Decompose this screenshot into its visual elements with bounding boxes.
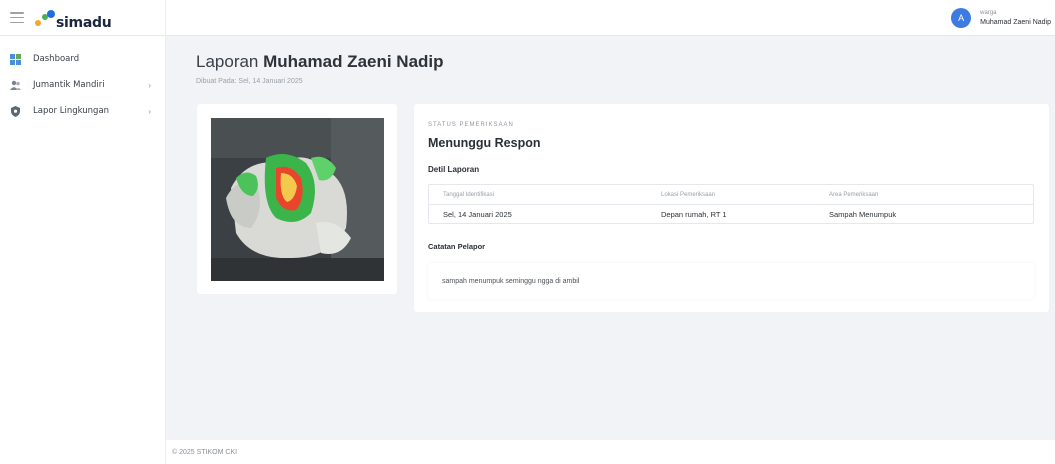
user-menu[interactable]: A warga Muhamad Zaeni Nadip: [951, 7, 1055, 28]
shield-icon: [10, 105, 21, 117]
sidebar: Dashboard Jumantik Mandiri › Lapor Lingk…: [0, 36, 166, 464]
sidebar-item-label: Dashboard: [33, 54, 80, 64]
main-content: Laporan Muhamad Zaeni Nadip Dibuat Pada:…: [166, 36, 1055, 464]
note-box: sampah menumpuk seminggu ngga di ambil: [428, 263, 1034, 299]
detail-title: Detil Laporan: [428, 165, 480, 174]
page-title-prefix: Laporan: [196, 52, 259, 71]
table-header-cell: Tanggal Identifikasi: [443, 191, 495, 198]
sidebar-item-lapor-lingkungan[interactable]: Lapor Lingkungan ›: [0, 98, 165, 124]
logo-dots-icon: [35, 9, 55, 30]
photo-card: [197, 104, 397, 294]
report-photo[interactable]: [211, 118, 384, 281]
note-text: sampah menumpuk seminggu ngga di ambil: [442, 277, 580, 285]
status-label: STATUS PEMERIKSAAN: [428, 122, 514, 128]
table-cell: Sel, 14 Januari 2025: [443, 210, 512, 219]
sidebar-item-jumantik-mandiri[interactable]: Jumantik Mandiri ›: [0, 72, 165, 98]
user-info: warga Muhamad Zaeni Nadip: [980, 9, 1051, 27]
hamburger-icon[interactable]: [10, 12, 24, 23]
status-value: Menunggu Respon: [428, 136, 541, 150]
footer-text: © 2025 STIKOM CKI: [172, 448, 238, 456]
user-role: warga: [980, 9, 997, 16]
users-icon: [10, 80, 21, 91]
page-title: Laporan Muhamad Zaeni Nadip: [196, 52, 444, 72]
footer: © 2025 STIKOM CKI: [166, 440, 1055, 464]
table-header-cell: Area Pemeriksaan: [829, 191, 879, 198]
dashboard-grid-icon: [10, 53, 21, 65]
report-detail-card: STATUS PEMERIKSAAN Menunggu Respon Detil…: [414, 104, 1049, 312]
chevron-right-icon: ›: [148, 106, 151, 116]
app-name: simadu: [56, 14, 112, 31]
table-cell: Sampah Menumpuk: [829, 210, 897, 219]
page-title-name: Muhamad Zaeni Nadip: [263, 52, 444, 71]
app-logo[interactable]: simadu: [35, 6, 112, 31]
note-title: Catatan Pelapor: [428, 242, 486, 251]
brand-area: simadu: [0, 0, 166, 36]
table-header-row: Tanggal Identifikasi Lokasi Pemeriksaan …: [429, 185, 1033, 204]
created-date: Dibuat Pada: Sel, 14 Januari 2025: [196, 78, 303, 85]
table-header-cell: Lokasi Pemeriksaan: [661, 191, 716, 198]
top-bar: simadu A warga Muhamad Zaeni Nadip: [0, 0, 1055, 36]
avatar[interactable]: A: [951, 7, 972, 28]
sidebar-item-label: Jumantik Mandiri: [33, 80, 105, 90]
sidebar-item-label: Lapor Lingkungan: [33, 106, 110, 116]
table-cell: Depan rumah, RT 1: [661, 210, 727, 219]
chevron-right-icon: ›: [148, 80, 151, 90]
table-row: Sel, 14 Januari 2025 Depan rumah, RT 1 S…: [429, 204, 1033, 224]
user-name: Muhamad Zaeni Nadip: [980, 18, 1051, 26]
sidebar-item-dashboard[interactable]: Dashboard: [0, 46, 165, 72]
detail-table: Tanggal Identifikasi Lokasi Pemeriksaan …: [428, 184, 1034, 224]
